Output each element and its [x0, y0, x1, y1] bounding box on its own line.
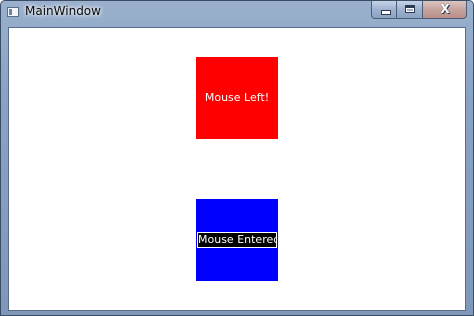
- minimize-icon: [381, 10, 391, 15]
- close-button[interactable]: X: [423, 1, 467, 19]
- red-square-label: Mouse Left!: [204, 91, 270, 104]
- blue-square-label: Mouse Entered!: [197, 232, 277, 248]
- maximize-icon: [405, 5, 415, 13]
- minimize-button[interactable]: [371, 1, 397, 19]
- blue-square[interactable]: Mouse Entered!: [196, 199, 278, 281]
- maximize-button[interactable]: [397, 1, 423, 19]
- window-title: MainWindow: [25, 4, 101, 18]
- window-app-icon[interactable]: [7, 7, 19, 17]
- red-square[interactable]: Mouse Left!: [196, 57, 278, 139]
- title-bar[interactable]: MainWindow X: [1, 1, 473, 23]
- client-area: Mouse Left! Mouse Entered!: [8, 27, 466, 311]
- main-window: MainWindow X Mouse Left! Mouse Entered!: [0, 0, 474, 316]
- caption-buttons: X: [371, 1, 467, 19]
- close-icon: X: [440, 2, 450, 16]
